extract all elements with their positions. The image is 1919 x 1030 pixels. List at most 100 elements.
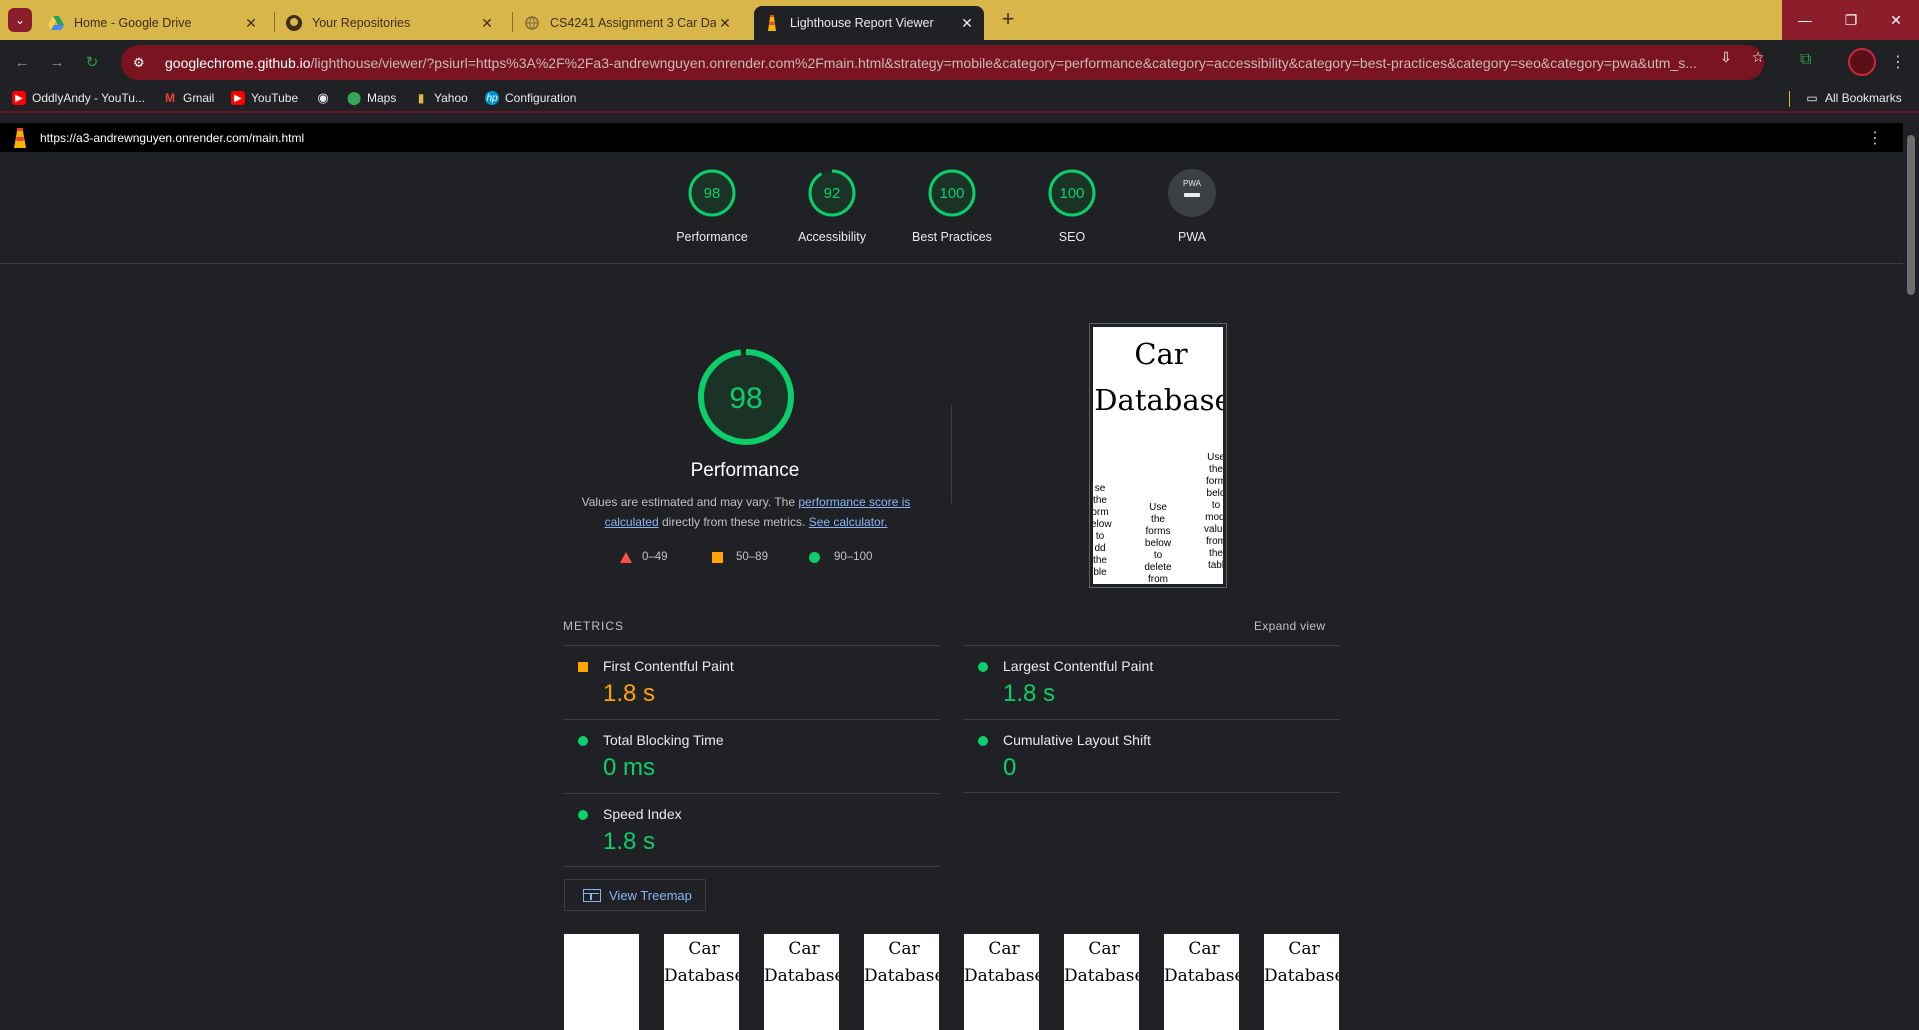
triangle-icon	[620, 551, 632, 563]
youtube-icon: ▶	[12, 91, 26, 105]
reload-button[interactable]: ↻	[80, 51, 104, 75]
bookmark-maps[interactable]: ⬤ Maps	[346, 90, 397, 105]
page-scrollbar[interactable]	[1903, 123, 1919, 1030]
tab-github[interactable]: Your Repositories ✕	[276, 6, 504, 40]
divider	[951, 405, 952, 503]
frame-heading: Car	[888, 939, 920, 959]
filmstrip-frame: Car Database	[664, 934, 739, 1030]
gauge-label: Best Practices	[912, 230, 992, 244]
metric-tbt: Total Blocking Time 0 ms	[563, 719, 940, 793]
address-bar[interactable]: ⚙ googlechrome.github.io/lighthouse/view…	[121, 45, 1764, 80]
close-icon[interactable]: ✕	[958, 15, 976, 32]
bookmark-yahoo[interactable]: ▮ Yahoo	[414, 91, 468, 105]
site-info-icon[interactable]: ⚙	[133, 55, 153, 71]
metric-value: 1.8 s	[603, 828, 656, 855]
metric-name: Cumulative Layout Shift	[1003, 732, 1151, 748]
gauge-best-practices[interactable]: 100 Best Practices	[897, 168, 1007, 244]
tab-lighthouse[interactable]: Lighthouse Report Viewer ✕	[754, 6, 984, 40]
gauge-seo[interactable]: 100 SEO	[1017, 168, 1127, 244]
bookmark-oddlyandy[interactable]: ▶ OddlyAndy - YouTu...	[12, 91, 145, 105]
circle-icon	[809, 551, 820, 563]
url-path: /lighthouse/viewer/?psiurl=https%3A%2F%2…	[310, 54, 1697, 71]
frame-heading: Database	[1164, 966, 1239, 986]
google-drive-icon	[48, 15, 64, 31]
tab-title: Lighthouse Report Viewer	[790, 16, 934, 30]
gauge-ring: 100	[928, 169, 976, 217]
maps-icon: ⬤	[346, 90, 362, 105]
folder-icon: ▭	[1806, 91, 1818, 105]
bookmark-star-icon[interactable]: ☆	[1749, 49, 1767, 67]
frame-heading: Database	[1264, 966, 1339, 986]
average-indicator-icon	[578, 662, 588, 672]
browser-toolbar: ← → ↻ ⚙ googlechrome.github.io/lighthous…	[0, 40, 1919, 85]
restore-button[interactable]: ❐	[1828, 0, 1874, 40]
close-icon[interactable]: ✕	[478, 15, 496, 32]
forward-button[interactable]: →	[45, 51, 69, 75]
legend-pass: 90–100	[809, 551, 872, 563]
filmstrip-frame: Car Database	[1264, 934, 1339, 1030]
all-bookmarks[interactable]: ▭ All Bookmarks	[1805, 91, 1901, 105]
gauge-pwa[interactable]: PWA PWA	[1137, 168, 1247, 244]
tab-search-button[interactable]: ⌄	[8, 8, 32, 32]
minimize-button[interactable]: —	[1782, 0, 1828, 40]
bookmark-label: Gmail	[183, 91, 215, 105]
screenshot-text: se the orm elow to dd the ble	[1091, 483, 1112, 578]
final-screenshot[interactable]: Car Database se the orm elow to dd the b…	[1089, 323, 1227, 588]
screenshot-text: Use the form belo to modi value from the…	[1204, 452, 1226, 571]
filmstrip-frame: Car Database	[764, 934, 839, 1030]
gauge-accessibility[interactable]: 92 Accessibility	[777, 168, 887, 244]
category-gauges: 98 Performance 92 Accessibility 100 Best…	[0, 152, 1903, 264]
gauge-ring: 98	[688, 169, 736, 217]
extensions-puzzle-icon[interactable]: ⧉	[1800, 51, 1811, 69]
pwa-badge-text: PWA	[1183, 179, 1202, 188]
metric-value: 0	[1003, 754, 1017, 781]
expand-view-toggle[interactable]: Expand view	[1254, 619, 1325, 633]
tab-assignment[interactable]: CS4241 Assignment 3 Car Datab ✕	[514, 6, 742, 40]
frame-heading: Car	[688, 939, 720, 959]
url-host: googlechrome.github.io	[165, 54, 311, 71]
filmstrip-frame	[564, 934, 639, 1030]
legend-fail: 0–49	[620, 551, 668, 563]
frame-heading: Database	[964, 966, 1039, 986]
view-treemap-button[interactable]: View Treemap	[564, 879, 706, 911]
youtube-icon: ▶	[231, 91, 245, 105]
filmstrip-frame: Car Database	[964, 934, 1039, 1030]
desc-text: directly from these metrics.	[658, 515, 809, 529]
lighthouse-logo-icon	[14, 127, 26, 148]
close-icon[interactable]: ✕	[242, 15, 260, 32]
bookmark-label: YouTube	[251, 91, 299, 105]
back-button[interactable]: ←	[10, 51, 34, 75]
see-calculator-link[interactable]: See calculator.	[809, 515, 888, 529]
bookmark-configuration[interactable]: hp Configuration	[485, 91, 576, 105]
bookmark-label: OddlyAndy - YouTu...	[32, 91, 145, 105]
metric-value: 1.8 s	[1003, 680, 1056, 707]
tab-title: CS4241 Assignment 3 Car Datab	[550, 16, 716, 30]
lighthouse-icon	[764, 15, 780, 31]
gauge-performance[interactable]: 98 Performance	[657, 168, 767, 244]
metric-value: 1.8 s	[603, 680, 656, 707]
globe-icon: ◉	[317, 90, 329, 105]
square-icon	[712, 551, 723, 563]
close-icon[interactable]: ✕	[716, 15, 734, 32]
metric-fcp: First Contentful Paint 1.8 s	[563, 645, 940, 719]
browser-menu-icon[interactable]: ⋮	[1890, 52, 1906, 72]
report-menu-icon[interactable]: ⋮	[1867, 128, 1883, 148]
profile-avatar[interactable]	[1848, 48, 1876, 76]
gauge-score: 100	[939, 185, 964, 202]
bookmark-label: Maps	[367, 91, 397, 105]
treemap-label: View Treemap	[609, 887, 692, 903]
metric-name: First Contentful Paint	[603, 658, 734, 674]
globe-icon	[524, 15, 540, 31]
bookmark-gmail[interactable]: M Gmail	[163, 91, 214, 105]
tab-google-drive[interactable]: Home - Google Drive ✕	[38, 6, 268, 40]
new-tab-button[interactable]: +	[996, 8, 1020, 32]
close-window-button[interactable]: ✕	[1873, 0, 1919, 40]
frame-heading: Car	[1288, 939, 1320, 959]
bookmark-youtube[interactable]: ▶ YouTube	[231, 91, 298, 105]
report-url[interactable]: https://a3-andrewnguyen.onrender.com/mai…	[40, 131, 304, 145]
bookmark-globe[interactable]: ◉	[316, 90, 336, 105]
metric-speed-index: Speed Index 1.8 s	[563, 793, 940, 867]
install-app-icon[interactable]: ⇩	[1717, 49, 1735, 67]
pass-indicator-icon	[578, 736, 588, 746]
screenshot-heading: Car	[1134, 337, 1188, 371]
